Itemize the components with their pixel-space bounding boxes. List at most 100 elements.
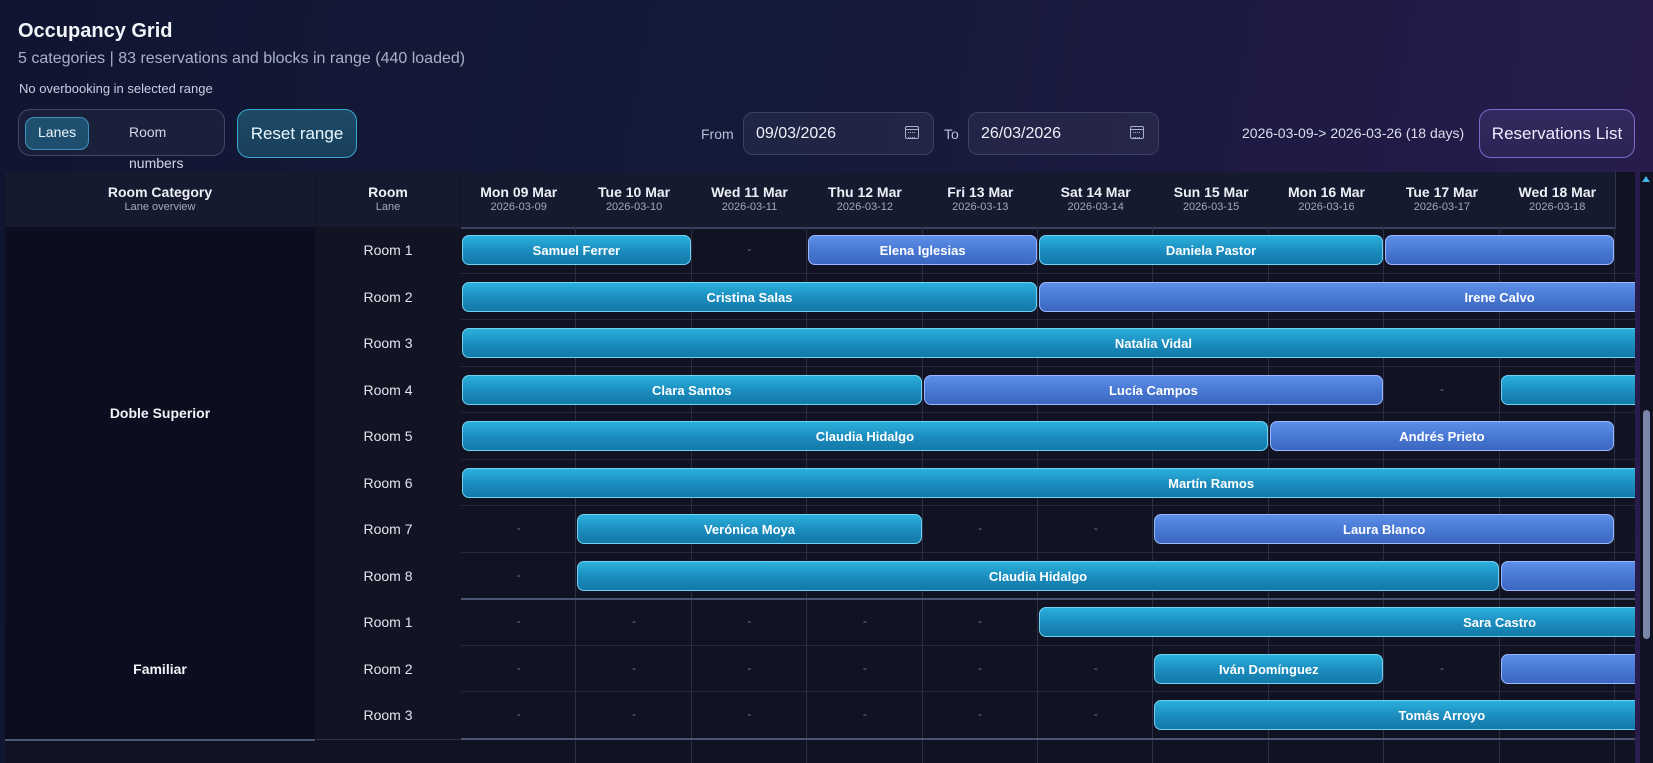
day-header[interactable]: Thu 12 Mar 2026-03-12: [807, 172, 924, 229]
empty-cell-mark: -: [978, 614, 983, 629]
reservation-bar[interactable]: Iván Domínguez: [1154, 653, 1384, 684]
day-header[interactable]: Sun 15 Mar 2026-03-15: [1153, 172, 1270, 229]
empty-cell-mark: -: [862, 614, 867, 629]
scrollbar-thumb[interactable]: [1643, 410, 1650, 639]
room-label[interactable]: Room 2: [316, 645, 460, 693]
room-label[interactable]: Room 1: [316, 227, 460, 275]
room-label[interactable]: Room 3: [316, 320, 460, 368]
category-divider: [461, 598, 1635, 600]
room-label[interactable]: Room 1: [316, 599, 460, 647]
from-date-value: 09/03/2026: [756, 125, 837, 142]
to-date-input[interactable]: 26/03/2026: [968, 112, 1159, 155]
view-mode-toggle: Lanes Room numbers: [18, 109, 225, 171]
reservation-bar[interactable]: Tomás Arroyo: [1154, 700, 1635, 731]
empty-cell-mark: -: [1093, 521, 1098, 536]
category-header-sub: Lane overview: [124, 201, 196, 213]
day-header[interactable]: Mon 09 Mar 2026-03-09: [461, 172, 578, 229]
category-block: Doble Superior: [5, 227, 315, 601]
calendar-icon[interactable]: [1130, 126, 1144, 139]
reservations-list-button[interactable]: Reservations List: [1479, 109, 1635, 158]
room-header: Room Lane: [316, 172, 460, 229]
room-label[interactable]: Room 6: [316, 459, 460, 507]
row-divider: [461, 551, 1635, 553]
reservation-bar[interactable]: Andrés Prieto: [1269, 421, 1614, 452]
reservation-bar[interactable]: [1385, 235, 1614, 266]
day-header-date: 2026-03-13: [952, 201, 1009, 213]
empty-cell-mark: -: [862, 707, 867, 722]
row-divider: [461, 691, 1635, 692]
reservation-bar[interactable]: Sara Castro: [1039, 607, 1635, 638]
row-divider: [461, 412, 1635, 413]
page-title: Occupancy Grid: [18, 20, 173, 42]
row-divider: [461, 458, 1635, 460]
timeline: Mon 09 Mar 2026-03-09 Tue 10 Mar 2026-03-10…: [461, 172, 1635, 763]
reservation-bar[interactable]: Samuel Ferrer: [462, 235, 691, 266]
reservation-bar[interactable]: Laura Blanco: [1154, 514, 1614, 545]
day-header[interactable]: Sat 14 Mar 2026-03-14: [1038, 172, 1155, 229]
empty-cell-mark: -: [747, 707, 752, 722]
reservation-bar[interactable]: Irene Calvo: [1039, 281, 1635, 312]
day-header[interactable]: Wed 11 Mar 2026-03-11: [691, 172, 809, 229]
empty-cell-mark: -: [516, 614, 521, 629]
day-header-date: 2026-03-09: [490, 201, 547, 213]
lanes-option[interactable]: Lanes: [25, 117, 90, 150]
room-header-sub: Lane: [375, 201, 401, 213]
reservation-bar[interactable]: Martín Ramos: [462, 467, 1635, 498]
reservation-bar[interactable]: Verónica Moya: [577, 514, 922, 545]
room-label[interactable]: Room 5: [316, 413, 460, 461]
from-date-input[interactable]: 09/03/2026: [743, 112, 934, 155]
day-header-date: 2026-03-18: [1529, 201, 1586, 213]
category-header-label: Room Category: [107, 184, 213, 200]
calendar-icon[interactable]: [905, 126, 919, 139]
empty-cell-mark: -: [747, 660, 752, 675]
room-label[interactable]: Room 2: [316, 273, 460, 321]
room-label[interactable]: Room 8: [316, 552, 460, 600]
room-label[interactable]: Room 7: [316, 506, 460, 554]
reservation-bar[interactable]: Claudia Hidalgo: [577, 560, 1499, 591]
category-block: Familiar: [5, 599, 315, 741]
room-column: Room Lane Room 1 Room 2 Room 3 Room 4 Room 5…: [316, 172, 460, 763]
reservation-bar[interactable]: [1500, 560, 1635, 591]
reservation-bar[interactable]: Lucía Campos: [923, 374, 1384, 405]
reset-range-button[interactable]: Reset range: [237, 109, 357, 158]
reservation-bar[interactable]: Elena Iglesias: [808, 235, 1037, 266]
day-header[interactable]: Tue 17 Mar 2026-03-17: [1384, 172, 1501, 229]
day-header-label: Thu 12 Mar: [827, 184, 902, 200]
row-divider: [461, 272, 1635, 274]
room-numbers-option[interactable]: Room numbers: [117, 117, 224, 171]
reservation-bar[interactable]: Claudia Hidalgo: [462, 421, 1268, 452]
day-header[interactable]: Fri 13 Mar 2026-03-13: [922, 172, 1039, 229]
day-header-label: Fri 13 Mar: [947, 184, 1014, 200]
day-header[interactable]: Tue 10 Mar 2026-03-10: [576, 172, 693, 229]
from-label: From: [701, 126, 734, 142]
reservation-bar[interactable]: Daniela Pastor: [1039, 235, 1384, 266]
day-header-date: 2026-03-14: [1067, 201, 1124, 213]
day-header[interactable]: Wed 18 Mar 2026-03-18: [1499, 172, 1616, 229]
empty-cell-mark: -: [516, 567, 521, 582]
reservation-bar[interactable]: Cristina Salas: [462, 281, 1037, 312]
day-header-label: Sun 15 Mar: [1173, 184, 1249, 200]
day-header-label: Mon 09 Mar: [480, 184, 558, 200]
day-header-label: Tue 10 Mar: [598, 184, 671, 200]
day-header-label: Sat 14 Mar: [1060, 184, 1131, 200]
row-divider: [461, 319, 1635, 320]
reservation-bar[interactable]: [1500, 374, 1635, 405]
row-divider: [461, 505, 1635, 506]
empty-cell-mark: -: [632, 614, 637, 629]
room-label[interactable]: Room 3: [316, 692, 460, 740]
day-header-date: 2026-03-15: [1182, 201, 1240, 213]
empty-cell-mark: -: [1093, 707, 1098, 722]
category-column: Room Category Lane overview Doble Superi…: [5, 172, 315, 763]
reservation-bar[interactable]: Sofía Ledesma: [1500, 653, 1635, 684]
reservation-bar[interactable]: Clara Santos: [462, 374, 922, 405]
empty-cell-mark: -: [516, 707, 521, 722]
category-divider: [461, 737, 1635, 740]
scroll-up-icon[interactable]: [1642, 176, 1650, 182]
room-label[interactable]: Room 4: [316, 366, 460, 414]
reservation-bar[interactable]: Natalia Vidal: [462, 328, 1635, 359]
empty-cell-mark: -: [862, 660, 867, 675]
day-header[interactable]: Mon 16 Mar 2026-03-16: [1268, 172, 1386, 229]
empty-cell-mark: -: [516, 660, 521, 675]
range-summary: 2026-03-09-> 2026-03-26 (18 days): [1242, 125, 1465, 141]
empty-cell-mark: -: [747, 242, 752, 257]
